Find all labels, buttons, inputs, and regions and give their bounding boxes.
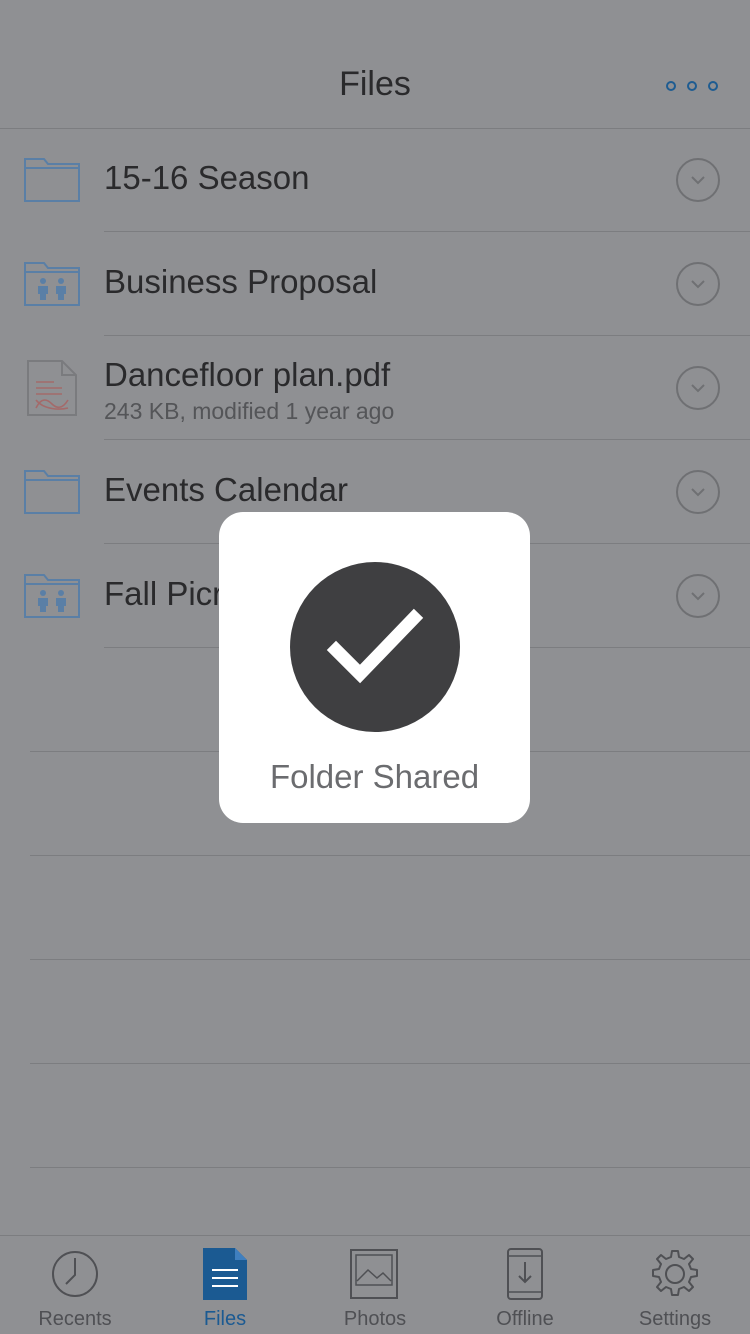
item-options-button[interactable] (676, 366, 720, 410)
tab-label: Offline (496, 1308, 554, 1330)
phone-download-icon (507, 1248, 543, 1300)
nav-header: Files (0, 0, 750, 129)
file-name: Fall Picr (104, 575, 224, 612)
empty-row-divider (30, 1167, 750, 1168)
document-icon (203, 1248, 247, 1300)
tab-label: Photos (343, 1308, 407, 1330)
shared-folder-icon (24, 262, 80, 306)
success-badge (290, 562, 460, 732)
tab-offline[interactable]: Offline (450, 1236, 600, 1334)
item-options-button[interactable] (676, 470, 720, 514)
toast-message: Folder Shared (269, 758, 480, 795)
folder-icon (24, 158, 80, 202)
folder-icon (24, 470, 80, 514)
empty-row-divider (30, 959, 750, 960)
file-row-business-proposal[interactable]: Business Proposal (0, 232, 750, 336)
chevron-down-icon (691, 488, 705, 497)
checkmark-icon (326, 608, 424, 684)
more-dot-icon (687, 81, 697, 91)
item-options-button[interactable] (676, 158, 720, 202)
tab-settings[interactable]: Settings (600, 1236, 750, 1334)
tab-label: Recents (38, 1308, 112, 1330)
item-options-button[interactable] (676, 262, 720, 306)
tab-recents[interactable]: Recents (0, 1236, 150, 1334)
tab-label: Files (203, 1308, 247, 1330)
chevron-down-icon (691, 592, 705, 601)
tab-bar: Recents Files Photos Offline Settings (0, 1235, 750, 1334)
tab-files[interactable]: Files (150, 1236, 300, 1334)
success-toast: Folder Shared (219, 512, 530, 823)
file-row-15-16-season[interactable]: 15-16 Season (0, 128, 750, 232)
chevron-down-icon (691, 280, 705, 289)
tab-photos[interactable]: Photos (300, 1236, 450, 1334)
page-title: Files (339, 65, 411, 103)
file-name: Events Calendar (104, 471, 348, 508)
file-details: 243 KB, modified 1 year ago (104, 398, 395, 424)
more-options-button[interactable] (666, 76, 718, 96)
chevron-down-icon (691, 384, 705, 393)
empty-row-divider (30, 1063, 750, 1064)
more-dot-icon (666, 81, 676, 91)
gear-icon (652, 1250, 698, 1296)
file-name: 15-16 Season (104, 159, 310, 196)
file-row-dancefloor-plan[interactable]: Dancefloor plan.pdf 243 KB, modified 1 y… (0, 336, 750, 440)
empty-row-divider (30, 855, 750, 856)
more-dot-icon (708, 81, 718, 91)
file-name: Business Proposal (104, 263, 378, 300)
file-name: Dancefloor plan.pdf (104, 356, 391, 393)
tab-label: Settings (638, 1308, 712, 1330)
photo-icon (350, 1249, 398, 1299)
pdf-file-icon (27, 360, 77, 416)
chevron-down-icon (691, 176, 705, 185)
item-options-button[interactable] (676, 574, 720, 618)
clock-icon (52, 1251, 98, 1297)
shared-folder-icon (24, 574, 80, 618)
